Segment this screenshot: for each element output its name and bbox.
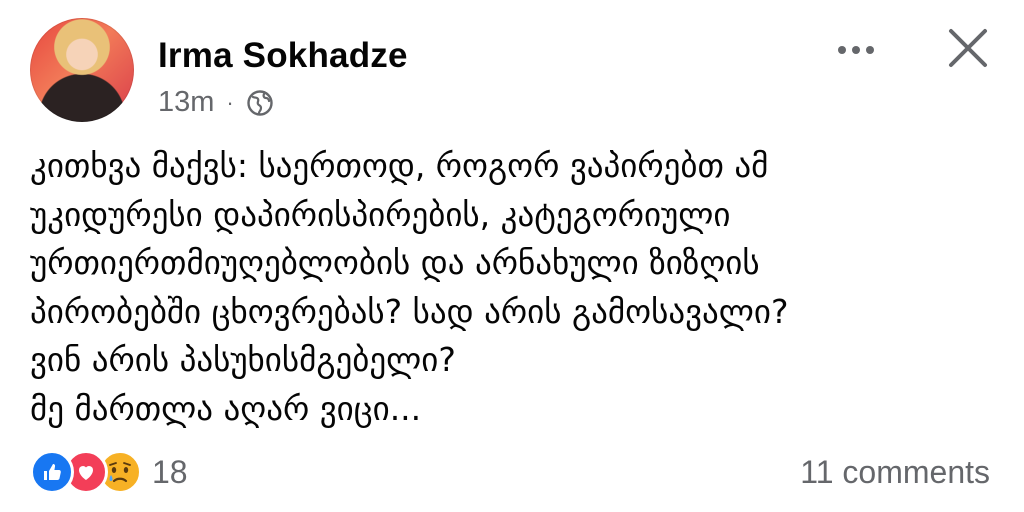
avatar-ring	[30, 18, 134, 122]
post-card: Irma Sokhadze 13m · კითხვა მაქვს: საერთო…	[0, 0, 1024, 512]
author-name[interactable]: Irma Sokhadze	[158, 36, 408, 76]
reactions-summary[interactable]: 18	[30, 450, 188, 494]
meta-separator: ·	[226, 89, 234, 115]
globe-icon[interactable]	[246, 89, 274, 117]
post-text-line: ურთიერთმიუღებლობის და არნახული ზიზღის	[30, 243, 760, 282]
avatar[interactable]	[30, 18, 134, 122]
more-options-button[interactable]	[828, 30, 884, 70]
post-text-line: პირობებში ცხოვრებას? სად არის გამოსავალი…	[30, 291, 789, 331]
post-meta: 13m ·	[158, 86, 274, 119]
post-text-line: უკიდურესი დაპირისპირების, კატეგორიული	[30, 194, 731, 234]
close-icon	[949, 29, 987, 67]
like-icon	[30, 450, 74, 494]
post-text-line: მე მართლა აღარ ვიცი...	[30, 388, 422, 428]
comments-count-link[interactable]: 11 comments	[800, 454, 990, 491]
post-text-line: ვინ არის პასუხისმგებელი?	[30, 340, 456, 379]
post-text: კითხვა მაქვს: საერთოდ, როგორ ვაპირებთ ამ…	[30, 142, 1000, 433]
post-text-line: კითხვა მაქვს: საერთოდ, როგორ ვაპირებთ ამ	[30, 146, 769, 185]
post-time[interactable]: 13m	[158, 86, 214, 119]
reaction-count: 18	[152, 453, 188, 490]
more-horizontal-icon	[838, 46, 874, 54]
close-button[interactable]	[940, 20, 996, 76]
